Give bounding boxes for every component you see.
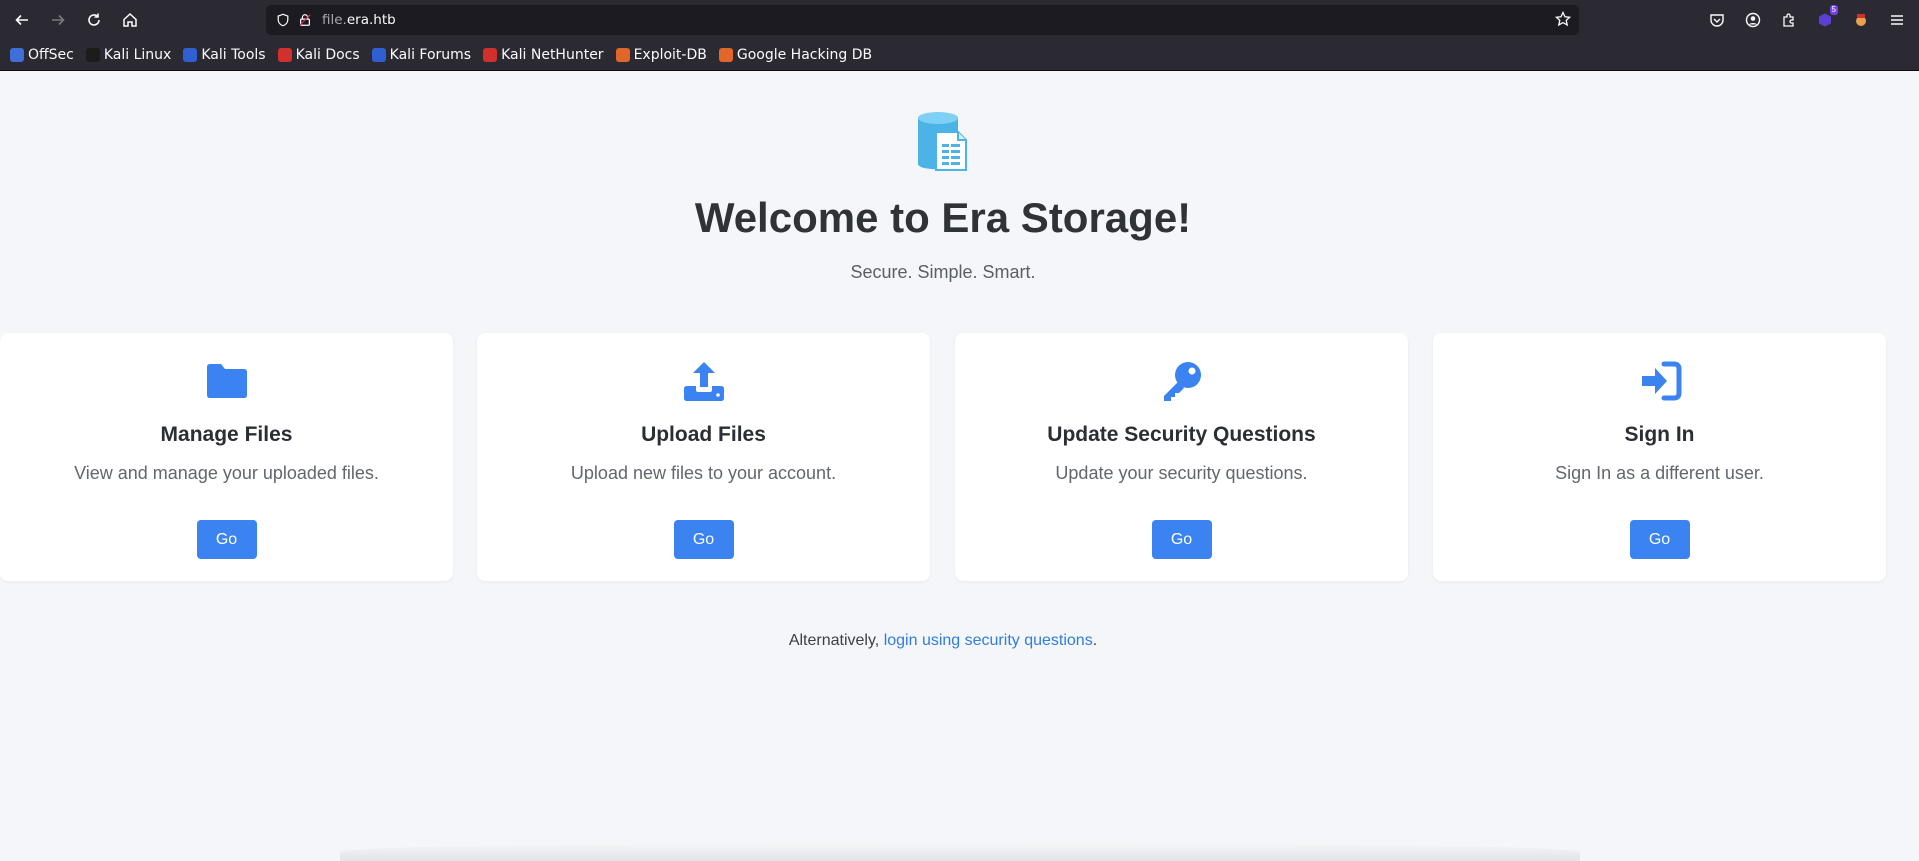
card-title: Upload Files [641, 423, 766, 446]
url-text[interactable]: file.era.htb [322, 12, 396, 28]
bottom-shadow [340, 842, 1580, 861]
card-title: Sign In [1624, 423, 1695, 446]
bookmark-kali-docs[interactable]: Kali Docs [277, 47, 360, 63]
bookmark-kali-forums[interactable]: Kali Forums [371, 47, 471, 63]
upload-files-go-button[interactable]: Go [673, 520, 734, 559]
back-button[interactable] [4, 0, 40, 40]
exploit-db-icon [615, 48, 630, 62]
card-description: View and manage your uploaded files. [74, 463, 379, 483]
alternative-login-text: Alternatively, login using security ques… [788, 632, 1098, 649]
extension-avatar-icon [1856, 14, 1866, 26]
home-button[interactable] [112, 0, 148, 40]
insecure-lock-icon[interactable] [294, 5, 316, 35]
manage-files-go-button[interactable]: Go [196, 520, 257, 559]
kali-forums-icon [371, 48, 386, 62]
extension-badge: 5 [1829, 5, 1838, 15]
account-icon [1745, 12, 1761, 28]
ghdb-icon [718, 48, 733, 62]
page-content: Welcome to Era Storage! Secure. Simple. … [0, 72, 1919, 861]
account-button[interactable] [1735, 0, 1771, 40]
bookmarks-bar: OffSec Kali Linux Kali Tools Kali Docs K… [0, 40, 1919, 71]
url-bar[interactable]: file.era.htb [266, 5, 1579, 35]
key-icon [1163, 362, 1201, 401]
pocket-button[interactable] [1699, 0, 1735, 40]
arrow-right-icon [52, 14, 65, 26]
bookmark-kali-tools[interactable]: Kali Tools [183, 47, 266, 63]
page-title: Welcome to Era Storage! [694, 194, 1192, 241]
card-description: Update your security questions. [1055, 463, 1308, 483]
reload-icon [88, 13, 100, 26]
card-description: Upload new files to your account. [570, 463, 837, 483]
extension-addon-button[interactable]: 5 [1807, 0, 1843, 40]
card-title: Manage Files [160, 423, 293, 446]
bookmark-star-icon[interactable] [1554, 10, 1572, 32]
login-security-questions-link[interactable]: login using security questions [884, 632, 1093, 649]
card-description: Sign In as a different user. [1555, 463, 1764, 483]
card-upload-files: Upload Files Upload new files to your ac… [477, 333, 930, 581]
extension-addon-button-2[interactable] [1843, 0, 1879, 40]
card-manage-files: Manage Files View and manage your upload… [0, 333, 453, 581]
card-sign-in: Sign In Sign In as a different user. Go [1433, 333, 1886, 581]
forward-button[interactable] [40, 0, 76, 40]
bookmark-kali-linux[interactable]: Kali Linux [85, 47, 171, 63]
puzzle-icon [1783, 13, 1794, 27]
tracking-shield-icon[interactable] [272, 5, 294, 35]
security-questions-go-button[interactable]: Go [1151, 520, 1212, 559]
offsec-icon [10, 48, 24, 62]
extensions-button[interactable] [1771, 0, 1807, 40]
sign-in-icon [1641, 361, 1681, 401]
bookmark-kali-nethunter[interactable]: Kali NetHunter [483, 47, 604, 63]
folder-icon [206, 364, 247, 398]
pocket-icon [1710, 14, 1724, 27]
toolbar-right: 5 [1699, 0, 1919, 40]
nethunter-icon [483, 48, 498, 62]
sign-in-go-button[interactable]: Go [1629, 520, 1690, 559]
card-update-security-questions: Update Security Questions Update your se… [955, 333, 1408, 581]
bookmark-offsec[interactable]: OffSec [10, 47, 74, 63]
kali-tools-icon [183, 48, 198, 62]
reload-button[interactable] [76, 0, 112, 40]
upload-icon [683, 362, 724, 401]
kali-dragon-icon [85, 48, 100, 62]
browser-toolbar: file.era.htb 5 [0, 0, 1919, 40]
hamburger-menu-icon [1891, 15, 1903, 25]
bookmark-exploit-db[interactable]: Exploit-DB [615, 47, 707, 63]
page-tagline: Secure. Simple. Smart. [850, 262, 1036, 282]
bookmark-google-hacking-db[interactable]: Google Hacking DB [718, 47, 872, 63]
arrow-left-icon [15, 14, 28, 26]
home-icon [123, 12, 137, 27]
card-title: Update Security Questions [1047, 423, 1316, 446]
kali-docs-icon [277, 48, 292, 62]
menu-button[interactable] [1879, 0, 1915, 40]
storage-document-icon [918, 112, 967, 171]
